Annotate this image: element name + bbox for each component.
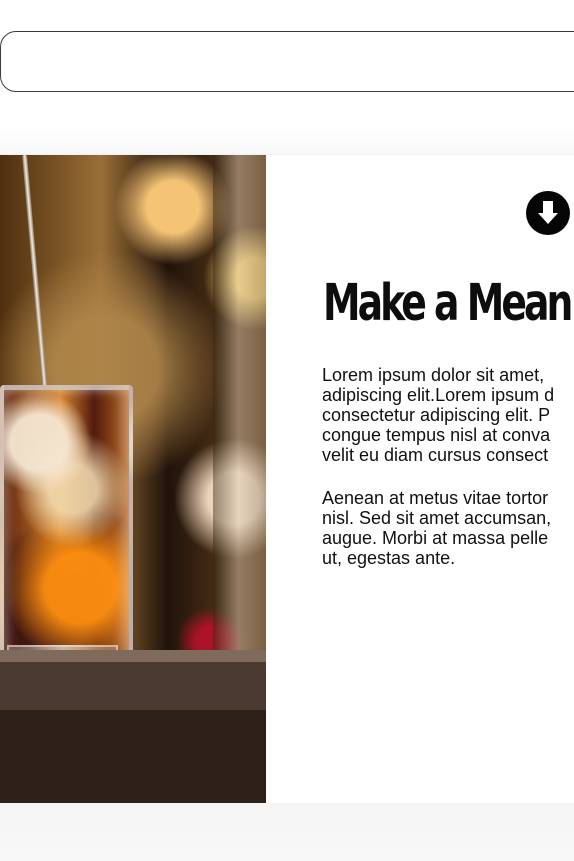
article-paragraph-two: Aenean at metus vitae tortor nisl. Sed s… xyxy=(322,488,574,568)
glass-base-image-detail xyxy=(7,645,118,693)
paragraph-one-line-4: congue tempus nisl at conva xyxy=(322,425,551,445)
straw-image-detail xyxy=(22,155,48,387)
glass-image-detail xyxy=(0,385,133,685)
paragraph-two-line-4: ut, egestas ante. xyxy=(322,548,456,568)
page: Make a Mean Co Lorem ipsum dolor sit ame… xyxy=(0,0,574,861)
download-arrow-circle-icon[interactable] xyxy=(526,191,570,235)
paragraph-one-line-5: velit eu diam cursus consect xyxy=(322,445,549,465)
top-input-field[interactable] xyxy=(0,31,574,92)
article-paragraph-one: Lorem ipsum dolor sit amet, adipiscing e… xyxy=(322,365,574,465)
section-bottom-band xyxy=(0,803,574,861)
paragraph-one-line-3: consectetur adipiscing elit. P xyxy=(322,405,551,425)
iced-coffee-image xyxy=(0,155,266,803)
paragraph-two-line-1: Aenean at metus vitae tortor xyxy=(322,488,549,508)
section-top-shadow xyxy=(0,127,574,155)
paragraph-one-line-1: Lorem ipsum dolor sit amet, xyxy=(322,365,545,385)
paragraph-two-line-2: nisl. Sed sit amet accumsan, xyxy=(322,508,552,528)
article-title: Make a Mean Co xyxy=(323,274,574,333)
paragraph-two-line-3: augue. Morbi at massa pelle xyxy=(322,528,549,548)
paragraph-one-line-2: adipiscing elit.Lorem ipsum d xyxy=(322,385,555,405)
